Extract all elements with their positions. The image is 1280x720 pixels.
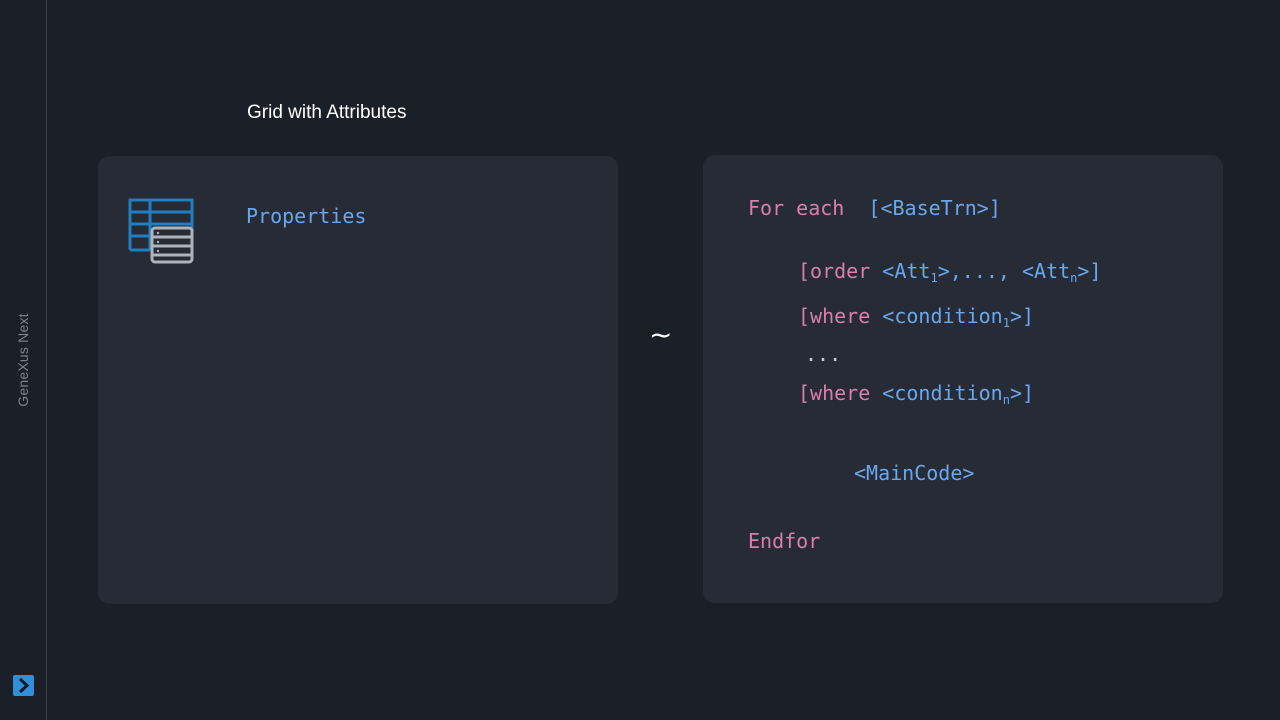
code-line-order: [order <Att1>,..., <Attn>] [798, 259, 1102, 285]
slide-title: Grid with Attributes [247, 102, 407, 123]
code-line-where-n: [where <conditionn>] [798, 381, 1034, 407]
properties-panel: Properties [98, 156, 618, 604]
chevron-right-icon [18, 677, 30, 694]
where-keyword-1: [where [798, 304, 871, 328]
grid-icon [128, 198, 194, 264]
where-keyword-n: [where [798, 381, 871, 405]
order-att-n: <Attn>] [1022, 259, 1102, 285]
code-line-where-1: [where <condition1>] [798, 304, 1034, 330]
code-line-ellipsis: ... [805, 342, 842, 366]
properties-label: Properties [246, 204, 367, 228]
for-each-keyword: For each [748, 196, 845, 220]
equivalence-symbol: ~ [649, 318, 673, 351]
order-att-1: <Att1>,..., [882, 259, 1010, 285]
code-line-for-each: For each [<BaseTrn>] [748, 196, 1001, 220]
code-line-endfor: Endfor [748, 529, 821, 553]
code-line-main-code: <MainCode> [854, 461, 975, 485]
sidebar: GeneXus Next [0, 0, 47, 720]
brand-label: GeneXus Next [15, 313, 31, 407]
condition-n: <conditionn>] [882, 381, 1035, 407]
expand-sidebar-button[interactable] [13, 675, 34, 696]
condition-1: <condition1>] [882, 304, 1035, 330]
base-trn: [<BaseTrn>] [868, 196, 1001, 220]
order-keyword: [order [798, 259, 871, 283]
